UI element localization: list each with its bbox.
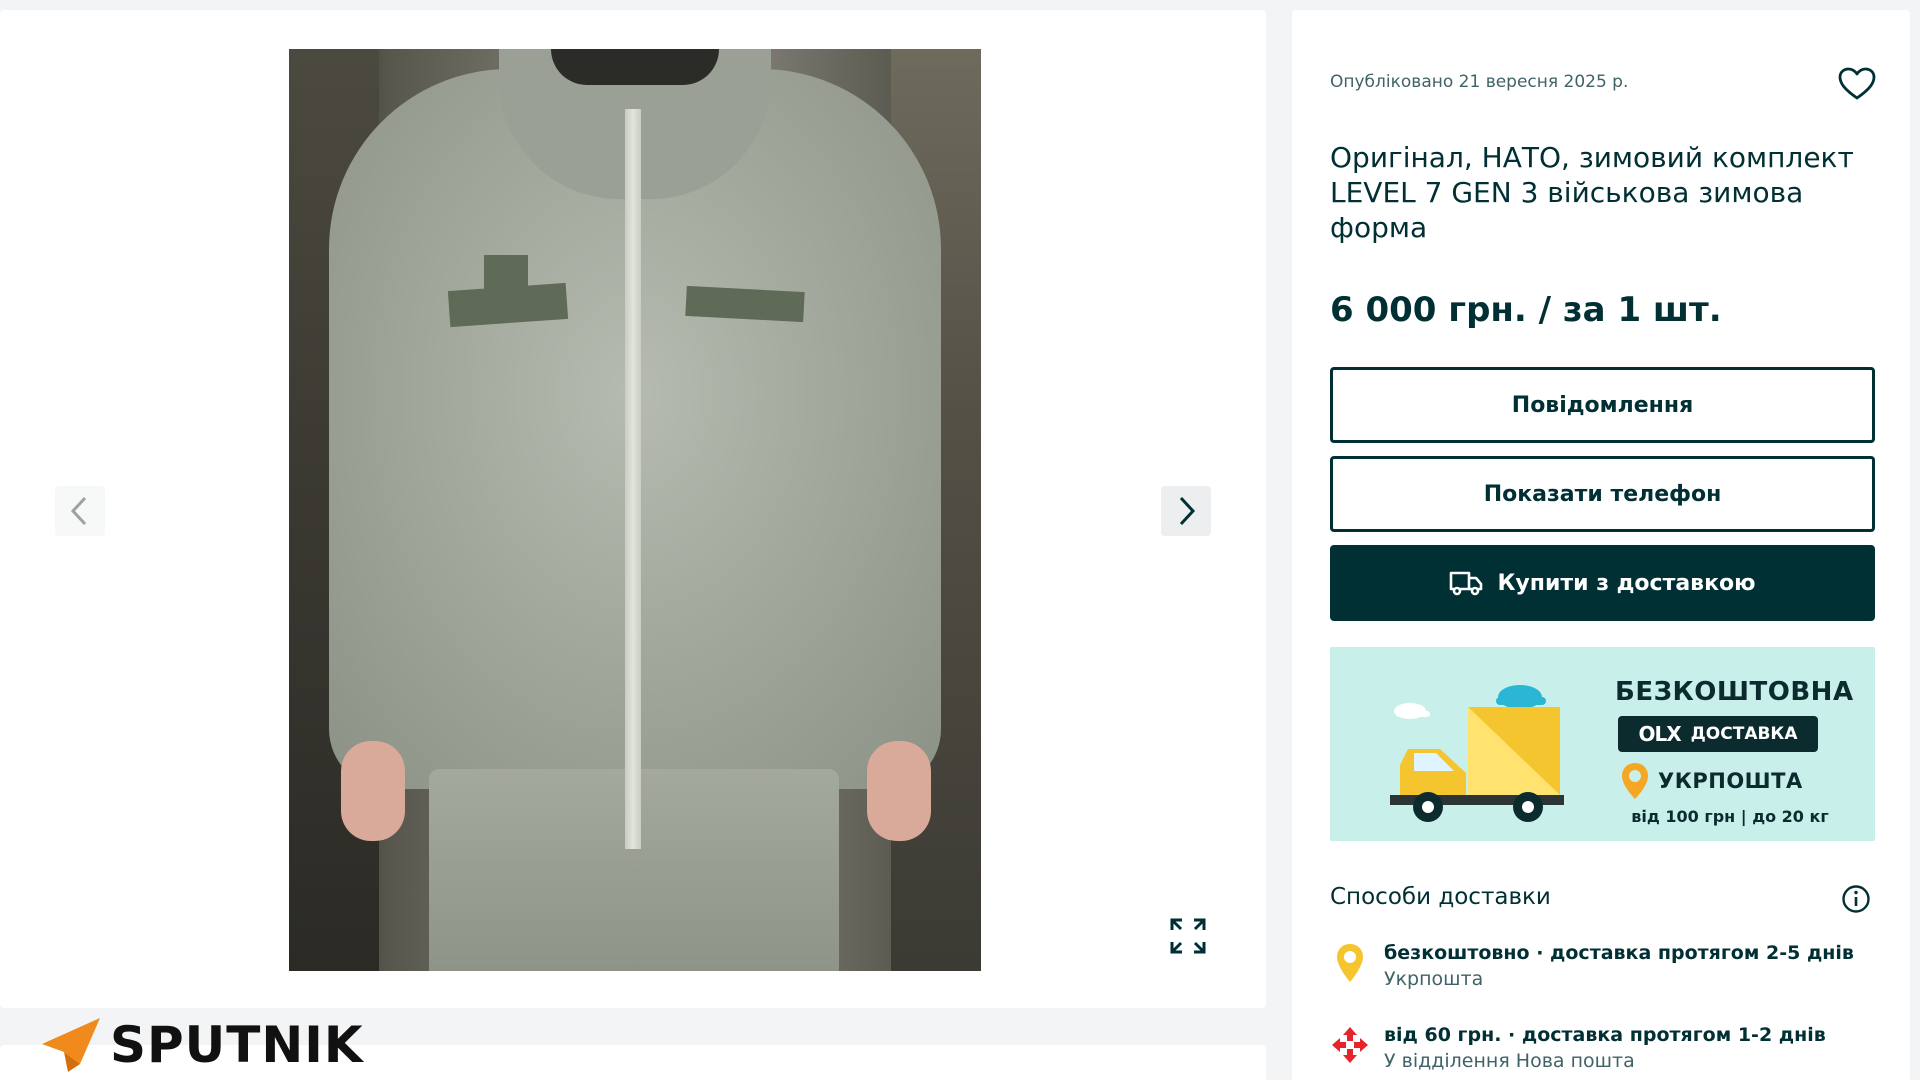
olx-logo: OLX: [1638, 722, 1681, 746]
olx-delivery-badge: OLX ДОСТАВКА: [1618, 716, 1818, 752]
promo-terms: від 100 грн | до 20 кг: [1631, 807, 1829, 826]
listing-price: 6 000 грн. / за 1 шт.: [1330, 290, 1722, 330]
nova-poshta-icon: [1332, 1027, 1368, 1063]
listing-photo[interactable]: [289, 49, 981, 971]
olx-delivery-label: ДОСТАВКА: [1690, 724, 1798, 744]
gallery-prev-button[interactable]: [55, 486, 105, 536]
delivery-option-nova-poshta: від 60 грн. · доставка протягом 1-2 днів…: [1330, 1022, 1875, 1074]
listing-title: Оригінал, НАТО, зимовий комплект LEVEL 7…: [1330, 141, 1854, 244]
promo-title: БЕЗКОШТОВНА: [1615, 677, 1854, 707]
delivery-info-button[interactable]: [1839, 882, 1873, 916]
delivery-option-main: безкоштовно · доставка протягом 2-5 днів: [1384, 942, 1854, 964]
chevron-left-icon: [70, 496, 87, 526]
sputnik-logo: SPUTNIK: [40, 1014, 364, 1076]
published-date: Опубліковано 21 вересня 2025 р.: [1330, 72, 1629, 92]
yellow-truck-icon: [1390, 685, 1564, 822]
chevron-right-icon: [1179, 496, 1196, 526]
delivery-methods-heading: Способи доставки: [1330, 884, 1551, 910]
delivery-option-ukrposhta: безкоштовно · доставка протягом 2-5 днів…: [1330, 940, 1875, 992]
info-icon: [1842, 885, 1870, 913]
delivery-truck-icon: [1450, 571, 1483, 596]
buy-with-delivery-label: Купити з доставкою: [1497, 570, 1756, 596]
ukrposhta-logo: УКРПОШТА: [1620, 761, 1810, 801]
delivery-option-carrier: У відділення Нова пошта: [1384, 1050, 1635, 1072]
sputnik-wordmark: SPUTNIK: [110, 1016, 364, 1074]
gallery-next-button[interactable]: [1161, 486, 1211, 536]
heart-icon: [1838, 67, 1876, 100]
message-button[interactable]: Повідомлення: [1330, 367, 1875, 443]
ukrposhta-pin-icon: [1337, 944, 1363, 982]
free-delivery-banner[interactable]: БЕЗКОШТОВНА OLX ДОСТАВКА УКРПОШТА від 10…: [1330, 647, 1875, 841]
photo-gallery: [0, 10, 1266, 1008]
delivery-option-main: від 60 грн. · доставка протягом 1-2 днів: [1384, 1024, 1826, 1046]
favorite-button[interactable]: [1835, 62, 1879, 106]
delivery-option-carrier: Укрпошта: [1384, 968, 1484, 990]
show-phone-button[interactable]: Показати телефон: [1330, 456, 1875, 532]
ukrposhta-pin-icon: [1622, 763, 1648, 799]
show-phone-button-label: Показати телефон: [1483, 481, 1722, 507]
buy-with-delivery-button[interactable]: Купити з доставкою: [1330, 545, 1875, 621]
message-button-label: Повідомлення: [1511, 392, 1694, 418]
ukrposhta-name: УКРПОШТА: [1658, 769, 1803, 793]
listing-info-card: Опубліковано 21 вересня 2025 р. Оригінал…: [1292, 10, 1910, 1080]
expand-icon: [1170, 918, 1206, 954]
fullscreen-button[interactable]: [1163, 911, 1213, 961]
sputnik-wing-icon: [42, 1018, 100, 1072]
